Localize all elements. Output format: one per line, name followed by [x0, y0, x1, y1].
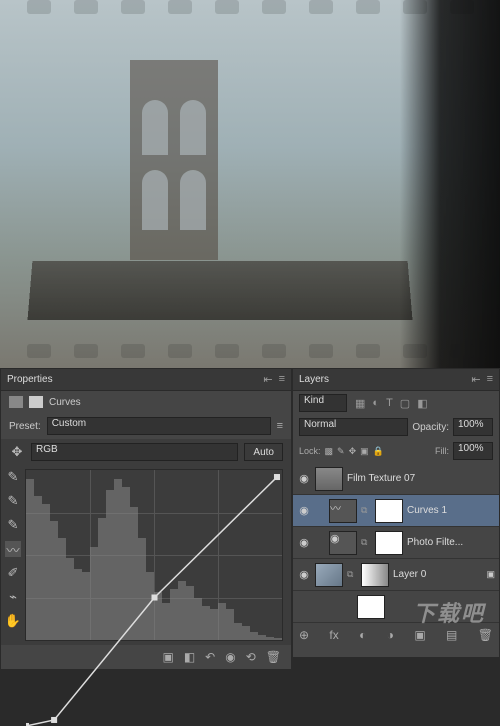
layers-panel: Layers ⇤ ≡ Kind ▦ ◐ T ▢ ◧ Normal Opacity:…	[292, 368, 500, 658]
layers-tab[interactable]: Layers	[299, 374, 329, 385]
channel-dropdown[interactable]: RGB	[31, 443, 238, 461]
adjustment-label: Curves	[49, 397, 81, 408]
fill-label: Fill:	[435, 446, 449, 456]
point-tool-icon[interactable]: 〰	[5, 541, 21, 557]
link-icon[interactable]: ⧉	[361, 537, 371, 548]
preset-menu-icon[interactable]: ≡	[277, 420, 283, 432]
layer-name[interactable]: Layer 0	[393, 569, 482, 580]
lock-label: Lock:	[299, 446, 321, 456]
lock-all-icon[interactable]: 🔒	[373, 446, 384, 457]
layer-thumb[interactable]	[315, 467, 343, 491]
adj-filter-icon[interactable]: ◐	[372, 397, 379, 410]
pixel-filter-icon[interactable]: ▦	[355, 397, 365, 410]
properties-tab[interactable]: Properties	[7, 374, 53, 385]
pencil-tool-icon[interactable]: ✐	[5, 565, 21, 581]
lock-pos-icon[interactable]: ✥	[349, 446, 357, 457]
opacity-label: Opacity:	[412, 422, 449, 433]
eyedropper-tool-icon[interactable]: ✥	[9, 444, 25, 460]
visibility-toggle-icon[interactable]: ◉	[297, 472, 311, 485]
type-filter-icon[interactable]: T	[386, 397, 393, 410]
preset-dropdown[interactable]: Custom	[47, 417, 271, 435]
link-icon[interactable]: ⧉	[347, 569, 357, 580]
blend-mode-dropdown[interactable]: Normal	[299, 418, 408, 436]
fill-input[interactable]: 100%	[453, 442, 493, 460]
layer-name[interactable]: Film Texture 07	[347, 473, 495, 484]
shape-filter-icon[interactable]: ▢	[400, 397, 410, 410]
adj-thumb[interactable]: 〰	[329, 499, 357, 523]
menu-icon[interactable]: ≡	[279, 373, 285, 386]
sampler-white-icon[interactable]: ✎	[5, 469, 21, 485]
new-layer-icon[interactable]: ▤	[446, 628, 457, 642]
collapse-icon[interactable]: ⇤	[263, 373, 272, 386]
smooth-tool-icon[interactable]: ⌁	[5, 589, 21, 605]
layer-name[interactable]: Curves 1	[407, 505, 495, 516]
smart-filter-icon[interactable]: ◧	[417, 397, 427, 410]
watermark: 下载吧	[413, 596, 485, 628]
layer-row[interactable]: ◉ ⧉ Layer 0 ▣	[293, 559, 499, 591]
mask-thumb[interactable]	[361, 563, 389, 587]
layer-row[interactable]: ◉ 〰 ⧉ Curves 1	[293, 495, 499, 527]
preset-label: Preset:	[9, 421, 41, 432]
mask-thumb[interactable]	[357, 595, 385, 619]
visibility-toggle-icon[interactable]: ◉	[297, 504, 311, 517]
link-layers-icon[interactable]: ⊕	[299, 628, 309, 642]
properties-panel: Properties ⇤≡ Curves Preset: Custom ≡ ✥ …	[0, 368, 292, 658]
layer-row[interactable]: ◉ ◉ ⧉ Photo Filte...	[293, 527, 499, 559]
layer-thumb[interactable]	[315, 563, 343, 587]
adjustment-add-icon[interactable]: ◑	[387, 628, 394, 642]
opacity-input[interactable]: 100%	[453, 418, 493, 436]
lock-trans-icon[interactable]: ▩	[325, 446, 334, 457]
sampler-black-icon[interactable]: ✎	[5, 517, 21, 533]
fx-icon[interactable]: fx	[329, 628, 338, 642]
filter-dropdown[interactable]: Kind	[299, 394, 347, 412]
visibility-toggle-icon[interactable]: ◉	[297, 568, 311, 581]
mask-add-icon[interactable]: ◐	[359, 628, 366, 642]
curves-graph[interactable]	[25, 469, 283, 641]
auto-button[interactable]: Auto	[244, 443, 283, 461]
layer-row[interactable]: ◉ Film Texture 07	[293, 463, 499, 495]
hand-tool-icon[interactable]: ✋	[5, 613, 21, 629]
mask-thumb[interactable]	[375, 531, 403, 555]
lock-pixel-icon[interactable]: ✎	[337, 446, 345, 457]
sampler-gray-icon[interactable]: ✎	[5, 493, 21, 509]
document-canvas[interactable]	[0, 0, 500, 368]
mask-thumb[interactable]	[375, 499, 403, 523]
lock-artboard-icon[interactable]: ▣	[360, 446, 369, 457]
visibility-toggle-icon[interactable]: ◉	[297, 536, 311, 549]
group-icon[interactable]: ▣	[414, 628, 425, 642]
layer-name[interactable]: Photo Filte...	[407, 537, 495, 548]
link-icon[interactable]: ⧉	[361, 505, 371, 516]
adj-thumb[interactable]: ◉	[329, 531, 357, 555]
curves-adj-icon	[9, 396, 23, 408]
mask-icon	[29, 396, 43, 408]
smart-object-icon: ▣	[486, 569, 495, 580]
collapse-layers-icon[interactable]: ⇤	[471, 373, 480, 386]
layers-menu-icon[interactable]: ≡	[487, 373, 493, 386]
delete-layer-icon[interactable]: 🗑	[478, 628, 493, 642]
